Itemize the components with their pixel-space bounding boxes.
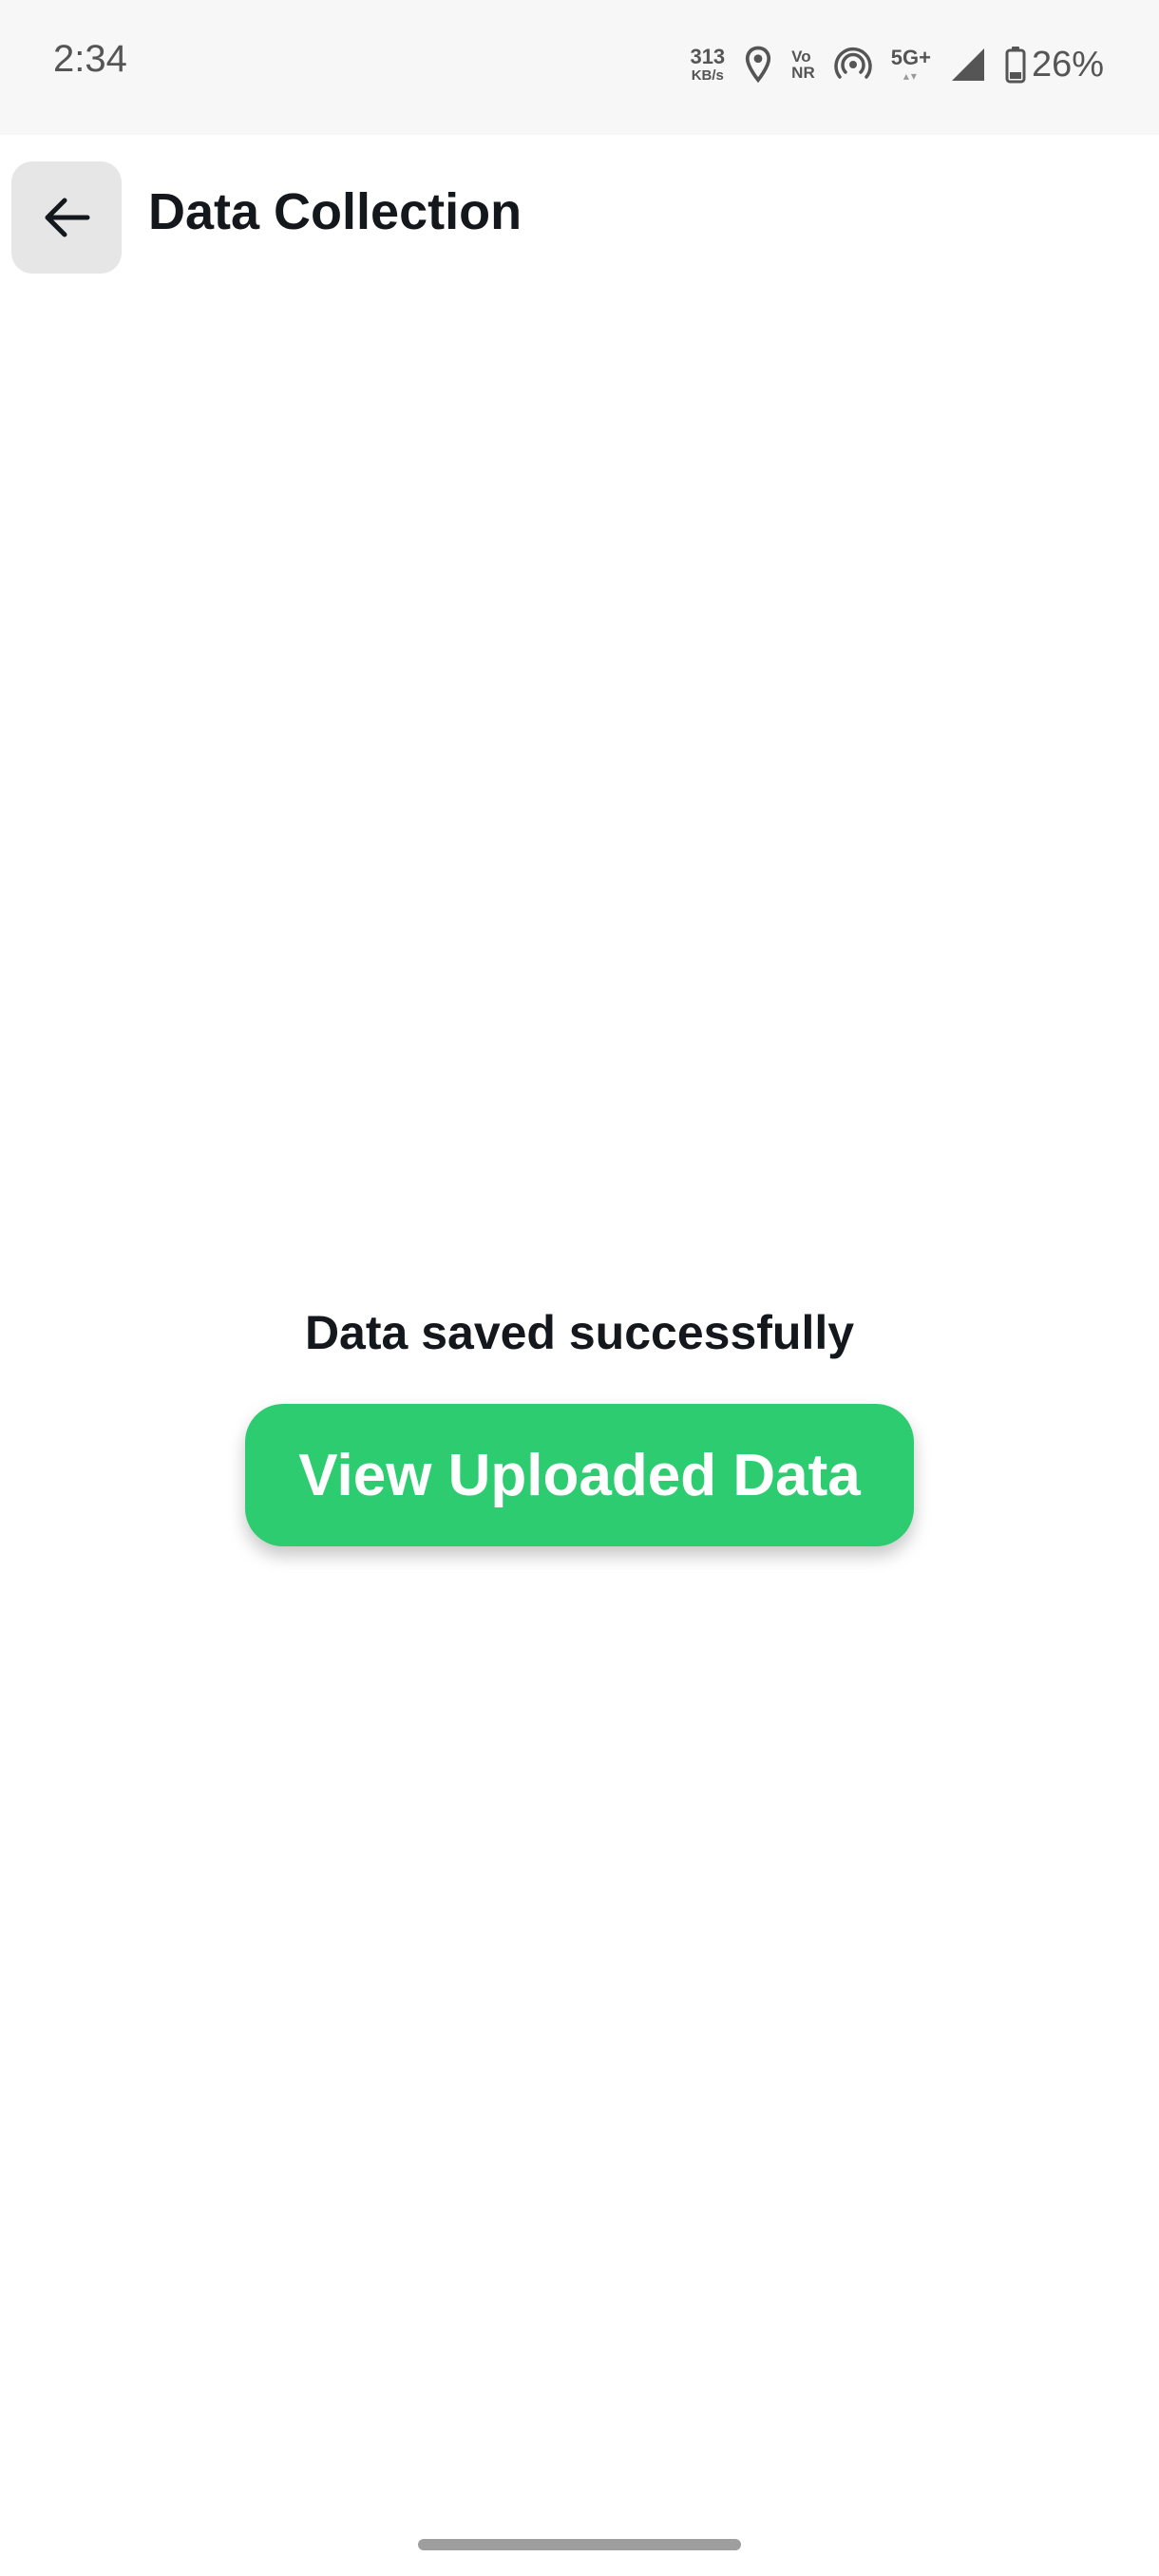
network-type: 5G+ ▴▾ <box>890 46 931 83</box>
status-bar: 2:34 313 KB/s Vo NR 5G+ ▴▾ 26% <box>0 0 1159 135</box>
network-speed: 313 KB/s <box>690 45 726 84</box>
battery-icon <box>1005 46 1026 84</box>
view-uploaded-data-button[interactable]: View Uploaded Data <box>245 1404 914 1546</box>
success-message: Data saved successfully <box>304 1306 855 1359</box>
network-type-label: 5G+ <box>890 46 931 69</box>
network-speed-unit: KB/s <box>691 67 724 84</box>
battery-percent: 26% <box>1031 44 1104 85</box>
signal-icon <box>950 47 986 83</box>
vonr-top: Vo <box>791 47 811 66</box>
vonr-icon: Vo NR <box>791 48 815 81</box>
back-button[interactable] <box>11 161 122 274</box>
network-activity-icon: ▴▾ <box>902 69 919 83</box>
home-indicator[interactable] <box>418 2539 741 2550</box>
hotspot-icon <box>834 46 872 84</box>
status-time: 2:34 <box>53 38 127 80</box>
battery: 26% <box>1005 45 1104 85</box>
arrow-left-icon <box>40 191 93 244</box>
location-icon <box>744 46 772 84</box>
network-speed-value: 313 <box>690 45 726 68</box>
status-icons: 313 KB/s Vo NR 5G+ ▴▾ 26% <box>690 38 1104 91</box>
screen: 2:34 313 KB/s Vo NR 5G+ ▴▾ 26% Data Coll… <box>0 0 1159 2576</box>
vonr-bottom: NR <box>791 64 815 82</box>
page-title: Data Collection <box>148 183 522 240</box>
